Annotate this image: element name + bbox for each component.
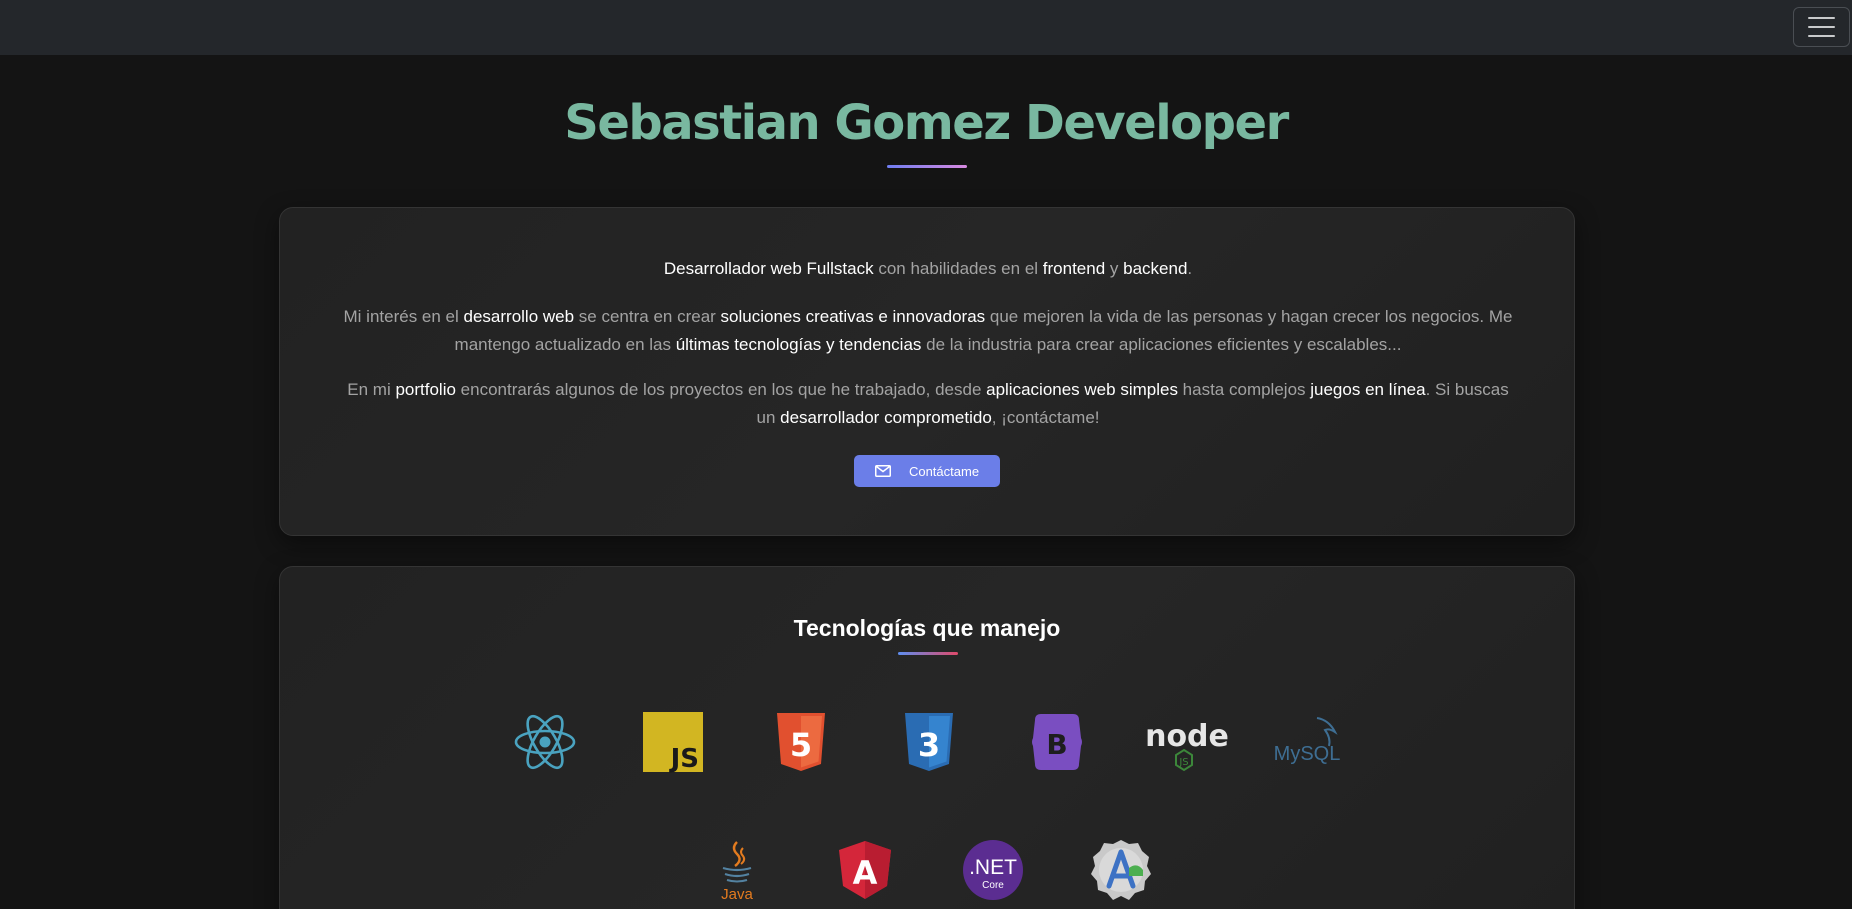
- java-icon: Java: [705, 838, 769, 902]
- technologies-card: Tecnologías que manejo JS 5 3 B node JS …: [279, 566, 1575, 909]
- svg-text:JS: JS: [669, 744, 699, 774]
- svg-text:node: node: [1145, 719, 1229, 754]
- hamburger-menu-icon[interactable]: [1793, 7, 1850, 47]
- highlight-text: portfolio: [395, 380, 456, 399]
- technologies-title: Tecnologías que manejo: [793, 615, 1061, 641]
- body-text: .: [1187, 259, 1193, 278]
- technologies-underline: [898, 652, 958, 655]
- title-underline: [887, 165, 967, 168]
- highlight-text: frontend: [1042, 259, 1106, 278]
- angular-icon: A: [833, 838, 897, 902]
- highlight-text: soluciones creativas e innovadoras: [720, 307, 986, 326]
- svg-text:5: 5: [790, 726, 812, 764]
- about-paragraph-2: Mi interés en el desarrollo web se centr…: [340, 303, 1516, 359]
- dotnet-core-icon: .NET Core: [961, 838, 1025, 902]
- highlight-text: desarrollador comprometido: [780, 408, 992, 427]
- body-text: Mi interés en el: [343, 307, 464, 326]
- svg-text:B: B: [1046, 728, 1067, 761]
- body-text: En mi: [347, 380, 396, 399]
- highlight-text: Desarrollador web Fullstack: [663, 259, 874, 278]
- css3-icon: 3: [897, 710, 961, 774]
- svg-text:.NET: .NET: [969, 856, 1017, 879]
- navbar: [0, 0, 1852, 55]
- highlight-text: últimas tecnologías y tendencias: [675, 335, 922, 354]
- about-card: Desarrollador web Fullstack con habilida…: [279, 207, 1575, 536]
- bootstrap-icon: B: [1025, 710, 1089, 774]
- svg-text:Core: Core: [982, 880, 1004, 891]
- body-text: con habilidades en el: [873, 259, 1043, 278]
- about-paragraph-1: Desarrollador web Fullstack con habilida…: [340, 255, 1516, 283]
- contact-button-label: Contáctame: [908, 463, 980, 479]
- highlight-text: backend: [1123, 259, 1188, 278]
- highlight-text: juegos en línea: [1310, 380, 1426, 399]
- body-text: se centra en crear: [574, 307, 721, 326]
- mysql-icon: MySQL: [1271, 710, 1345, 774]
- svg-text:A: A: [853, 854, 878, 892]
- react-icon: [513, 710, 577, 774]
- body-text: de la industria para crear aplicaciones …: [921, 335, 1402, 354]
- svg-text:JS: JS: [1178, 757, 1188, 768]
- javascript-icon: JS: [641, 710, 705, 774]
- android-studio-icon: [1089, 838, 1153, 902]
- highlight-text: aplicaciones web simples: [986, 380, 1178, 399]
- about-paragraph-3: En mi portfolio encontrarás algunos de l…: [340, 376, 1516, 432]
- svg-text:MySQL: MySQL: [1274, 743, 1341, 765]
- body-text: , ¡contáctame!: [991, 408, 1100, 427]
- body-text: hasta complejos: [1177, 380, 1311, 399]
- html5-icon: 5: [769, 710, 833, 774]
- svg-text:3: 3: [918, 726, 940, 764]
- nodejs-icon: node JS: [1135, 710, 1239, 774]
- body-text: encontrarás algunos de los proyectos en …: [455, 380, 987, 399]
- contact-button[interactable]: Contáctame: [854, 455, 1000, 487]
- page-title: Sebastian Gomez Developer: [564, 95, 1289, 151]
- body-text: y: [1105, 259, 1124, 278]
- envelope-icon: [874, 465, 891, 477]
- highlight-text: desarrollo web: [463, 307, 575, 326]
- svg-text:Java: Java: [721, 886, 753, 902]
